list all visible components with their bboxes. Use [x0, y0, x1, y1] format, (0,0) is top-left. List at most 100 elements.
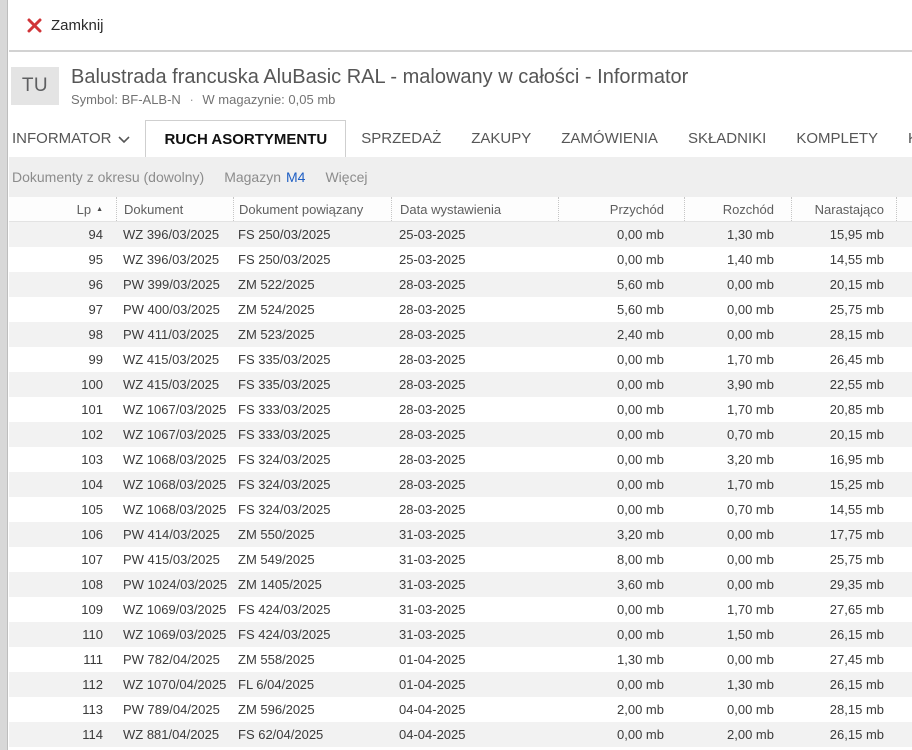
- table-row[interactable]: 99WZ 415/03/2025FS 335/03/202528-03-2025…: [9, 347, 912, 372]
- cell-lp: 100: [9, 372, 116, 397]
- table-row[interactable]: 111PW 782/04/2025ZM 558/202501-04-20251,…: [9, 647, 912, 672]
- cell-przychod: 0,00 mb: [558, 472, 684, 497]
- table-row[interactable]: 112WZ 1070/04/2025FL 6/04/202501-04-2025…: [9, 672, 912, 697]
- cell-lp: 110: [9, 622, 116, 647]
- cell-spacer: [896, 697, 912, 722]
- cell-narastajaco: 20,85 mb: [791, 397, 896, 422]
- tab-zakupy[interactable]: ZAKUPY: [456, 120, 546, 157]
- filter-item[interactable]: MagazynM4: [224, 169, 305, 185]
- table-row[interactable]: 103WZ 1068/03/2025FS 324/03/202528-03-20…: [9, 447, 912, 472]
- table-row[interactable]: 104WZ 1068/03/2025FS 324/03/202528-03-20…: [9, 472, 912, 497]
- table-row[interactable]: 113PW 789/04/2025ZM 596/202504-04-20252,…: [9, 697, 912, 722]
- tab-label: ZAKUPY: [471, 130, 531, 147]
- cell-dokument-powiazany: FS 333/03/2025: [233, 397, 391, 422]
- cell-dokument: WZ 881/04/2025: [116, 722, 233, 747]
- column-header-rozchód[interactable]: Rozchód: [684, 197, 791, 221]
- column-header-lp[interactable]: Lp▲: [9, 197, 116, 221]
- table-row[interactable]: 109WZ 1069/03/2025FS 424/03/202531-03-20…: [9, 597, 912, 622]
- cell-data-wystawienia: 31-03-2025: [391, 547, 558, 572]
- tab-ruch-asortymentu[interactable]: RUCH ASORTYMENTU: [145, 120, 346, 157]
- column-header-label: Rozchód: [723, 202, 774, 217]
- cell-lp: 106: [9, 522, 116, 547]
- cell-data-wystawienia: 28-03-2025: [391, 497, 558, 522]
- table-row[interactable]: 102WZ 1067/03/2025FS 333/03/202528-03-20…: [9, 422, 912, 447]
- cell-rozchod: 0,00 mb: [684, 547, 791, 572]
- cell-przychod: 5,60 mb: [558, 297, 684, 322]
- cell-rozchod: 0,00 mb: [684, 322, 791, 347]
- filter-item[interactable]: Więcej: [325, 169, 367, 185]
- cell-przychod: 0,00 mb: [558, 222, 684, 247]
- table-row[interactable]: 114WZ 881/04/2025FS 62/04/202504-04-2025…: [9, 722, 912, 747]
- cell-narastajaco: 16,95 mb: [791, 447, 896, 472]
- cell-lp: 109: [9, 597, 116, 622]
- cell-rozchod: 1,30 mb: [684, 222, 791, 247]
- column-header-przychód[interactable]: Przychód: [558, 197, 684, 221]
- tab-label: KOMPLETY: [796, 130, 878, 147]
- cell-przychod: 0,00 mb: [558, 372, 684, 397]
- cell-lp: 103: [9, 447, 116, 472]
- cell-przychod: 1,30 mb: [558, 647, 684, 672]
- item-header-text: Balustrada francuska AluBasic RAL - malo…: [71, 66, 688, 107]
- tab-informator[interactable]: INFORMATOR: [9, 120, 145, 157]
- table-row[interactable]: 98PW 411/03/2025ZM 523/202528-03-20252,4…: [9, 322, 912, 347]
- table-row[interactable]: 105WZ 1068/03/2025FS 324/03/202528-03-20…: [9, 497, 912, 522]
- column-header-data-wystawienia[interactable]: Data wystawienia: [391, 197, 558, 221]
- column-header-narastająco[interactable]: Narastająco: [791, 197, 896, 221]
- tab-zamówienia[interactable]: ZAMÓWIENIA: [546, 120, 673, 157]
- cell-dokument: PW 1024/03/2025: [116, 572, 233, 597]
- cell-rozchod: 3,20 mb: [684, 447, 791, 472]
- cell-lp: 108: [9, 572, 116, 597]
- cell-rozchod: 0,00 mb: [684, 572, 791, 597]
- cell-data-wystawienia: 28-03-2025: [391, 322, 558, 347]
- column-header-dokument[interactable]: Dokument: [116, 197, 233, 221]
- informator-window: Zamknij TU Balustrada francuska AluBasic…: [9, 0, 912, 750]
- cell-spacer: [896, 672, 912, 697]
- cell-dokument: PW 414/03/2025: [116, 522, 233, 547]
- cell-spacer: [896, 722, 912, 747]
- table-row[interactable]: 96PW 399/03/2025ZM 522/202528-03-20255,6…: [9, 272, 912, 297]
- cell-przychod: 0,00 mb: [558, 247, 684, 272]
- tab-klienci[interactable]: KLIENCI: [893, 120, 912, 157]
- cell-przychod: 3,60 mb: [558, 572, 684, 597]
- stock-label: W magazynie:: [202, 92, 284, 107]
- cell-spacer: [896, 647, 912, 672]
- cell-spacer: [896, 622, 912, 647]
- cell-rozchod: 1,70 mb: [684, 347, 791, 372]
- tab-składniki[interactable]: SKŁADNIKI: [673, 120, 781, 157]
- table-row[interactable]: 97PW 400/03/2025ZM 524/202528-03-20255,6…: [9, 297, 912, 322]
- cell-przychod: 0,00 mb: [558, 422, 684, 447]
- cell-narastajaco: 25,75 mb: [791, 297, 896, 322]
- command-bar: Zamknij: [9, 0, 912, 52]
- cell-dokument: WZ 396/03/2025: [116, 247, 233, 272]
- filter-item[interactable]: Dokumenty z okresu (dowolny): [12, 169, 204, 185]
- cell-narastajaco: 14,55 mb: [791, 247, 896, 272]
- table-row[interactable]: 106PW 414/03/2025ZM 550/202531-03-20253,…: [9, 522, 912, 547]
- cell-narastajaco: 20,15 mb: [791, 422, 896, 447]
- table-row[interactable]: 95WZ 396/03/2025FS 250/03/202525-03-2025…: [9, 247, 912, 272]
- filter-label: Magazyn: [224, 169, 281, 185]
- column-header-label: Narastająco: [815, 202, 884, 217]
- column-header-dokument-powiązany[interactable]: Dokument powiązany: [233, 197, 391, 221]
- cell-data-wystawienia: 28-03-2025: [391, 347, 558, 372]
- cell-dokument: WZ 1069/03/2025: [116, 622, 233, 647]
- cell-spacer: [896, 247, 912, 272]
- table-row[interactable]: 100WZ 415/03/2025FS 335/03/202528-03-202…: [9, 372, 912, 397]
- close-button[interactable]: Zamknij: [19, 13, 112, 38]
- tab-sprzedaż[interactable]: SPRZEDAŻ: [346, 120, 456, 157]
- table-row[interactable]: 108PW 1024/03/2025ZM 1405/202531-03-2025…: [9, 572, 912, 597]
- cell-narastajaco: 26,15 mb: [791, 622, 896, 647]
- cell-rozchod: 1,40 mb: [684, 247, 791, 272]
- cell-dokument-powiazany: FS 324/03/2025: [233, 497, 391, 522]
- cell-dokument: PW 400/03/2025: [116, 297, 233, 322]
- table-row[interactable]: 101WZ 1067/03/2025FS 333/03/202528-03-20…: [9, 397, 912, 422]
- close-button-label: Zamknij: [51, 17, 104, 34]
- table-row[interactable]: 107PW 415/03/2025ZM 549/202531-03-20258,…: [9, 547, 912, 572]
- table-row[interactable]: 110WZ 1069/03/2025FS 424/03/202531-03-20…: [9, 622, 912, 647]
- cell-przychod: 0,00 mb: [558, 447, 684, 472]
- table-row[interactable]: 94WZ 396/03/2025FS 250/03/202525-03-2025…: [9, 222, 912, 247]
- column-header-label: Dokument powiązany: [239, 202, 363, 217]
- cell-lp: 97: [9, 297, 116, 322]
- tab-komplety[interactable]: KOMPLETY: [781, 120, 893, 157]
- cell-rozchod: 0,70 mb: [684, 497, 791, 522]
- cell-narastajaco: 15,25 mb: [791, 472, 896, 497]
